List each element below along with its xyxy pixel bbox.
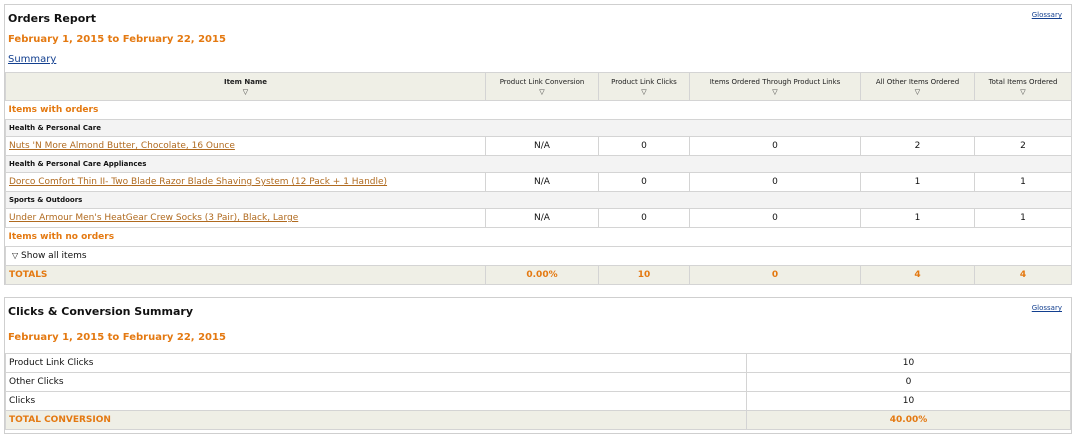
other-items-cell: 1 [860,208,975,228]
orders-table: Item Name ▽ Product Link Conversion ▽ Prod… [5,72,1072,285]
section-label: Items with no orders [5,227,1072,247]
date-range: February 1, 2015 to February 22, 2015 [8,332,226,343]
total-items-cell: 2 [974,136,1072,156]
total-conversion-row: TOTAL CONVERSION 40.00% [5,410,1071,430]
orders-report-panel: Orders Report Glossary February 1, 2015 … [4,4,1072,285]
show-all-label: Show all items [21,251,87,261]
ordered-links-cell: 0 [689,172,861,192]
metric-value: 10 [746,353,1071,373]
metric-value: 0 [746,372,1071,392]
category-row: Sports & Outdoors [5,191,1072,209]
sort-arrow-icon: ▽ [1020,88,1026,96]
section-items-no-orders: Items with no orders [5,227,1072,247]
table-header-row: Item Name ▽ Product Link Conversion ▽ Prod… [5,72,1072,101]
item-link[interactable]: Dorco Comfort Thin II- Two Blade Razor B… [9,177,387,187]
clicks-summary-table: Product Link Clicks 10 Other Clicks 0 Cl… [5,353,1071,430]
clicks-cell: 0 [598,208,690,228]
category-label: Health & Personal Care Appliances [5,155,1072,173]
date-range: February 1, 2015 to February 22, 2015 [8,34,226,45]
section-items-with-orders: Items with orders [5,100,1072,120]
clicks-conversion-panel: Clicks & Conversion Summary Glossary Feb… [4,297,1072,434]
metric-label: Clicks [5,391,747,411]
table-row: Clicks 10 [5,391,1071,411]
ordered-links-cell: 0 [689,208,861,228]
totals-total-items: 4 [974,265,1072,285]
show-all-cell: ▽ Show all items [5,246,1072,266]
table-row: Product Link Clicks 10 [5,353,1071,373]
sort-arrow-icon: ▽ [242,88,249,96]
item-name-cell: Dorco Comfort Thin II- Two Blade Razor B… [5,172,486,192]
clicks-cell: 0 [598,172,690,192]
sort-arrow-icon: ▽ [914,88,921,96]
column-header-total-items[interactable]: Total Items Ordered ▽ [974,72,1072,101]
item-link[interactable]: Under Armour Men's HeatGear Crew Socks (… [9,213,298,223]
totals-row: TOTALS 0.00% 10 0 4 4 [5,265,1072,285]
totals-label: TOTALS [5,265,486,285]
other-items-cell: 1 [860,172,975,192]
total-items-cell: 1 [974,208,1072,228]
total-items-cell: 1 [974,172,1072,192]
conversion-cell: N/A [485,208,599,228]
totals-ordered-links: 0 [689,265,861,285]
expand-triangle-icon: ▽ [12,251,19,260]
sort-arrow-icon: ▽ [772,88,778,96]
category-row: Health & Personal Care Appliances [5,155,1072,173]
table-row: Dorco Comfort Thin II- Two Blade Razor B… [5,172,1072,192]
glossary-link[interactable]: Glossary [1032,304,1062,312]
item-link[interactable]: Nuts 'N More Almond Butter, Chocolate, 1… [9,141,235,151]
summary-link[interactable]: Summary [8,54,56,65]
column-header-product-link-conversion[interactable]: Product Link Conversion ▽ [485,72,599,101]
sort-arrow-icon: ▽ [539,88,545,96]
total-conversion-value: 40.00% [746,410,1071,430]
ordered-links-cell: 0 [689,136,861,156]
category-label: Sports & Outdoors [5,191,1072,209]
category-row: Health & Personal Care [5,119,1072,137]
category-label: Health & Personal Care [5,119,1072,137]
show-all-row: ▽ Show all items [5,246,1072,266]
section-label: Items with orders [5,100,1072,120]
item-name-cell: Under Armour Men's HeatGear Crew Socks (… [5,208,486,228]
glossary-link[interactable]: Glossary [1032,11,1062,19]
column-header-product-link-clicks[interactable]: Product Link Clicks ▽ [598,72,690,101]
total-conversion-label: TOTAL CONVERSION [5,410,747,430]
table-row: Under Armour Men's HeatGear Crew Socks (… [5,208,1072,228]
column-header-item-name[interactable]: Item Name ▽ [5,72,486,101]
item-name-cell: Nuts 'N More Almond Butter, Chocolate, 1… [5,136,486,156]
column-header-items-ordered-through-links[interactable]: Items Ordered Through Product Links ▽ [689,72,861,101]
metric-label: Product Link Clicks [5,353,747,373]
totals-conversion: 0.00% [485,265,599,285]
column-header-all-other-items[interactable]: All Other Items Ordered ▽ [860,72,975,101]
conversion-cell: N/A [485,136,599,156]
totals-other-items: 4 [860,265,975,285]
clicks-cell: 0 [598,136,690,156]
conversion-cell: N/A [485,172,599,192]
clicks-summary-title: Clicks & Conversion Summary [8,305,193,318]
orders-report-title: Orders Report [8,12,96,25]
table-row: Nuts 'N More Almond Butter, Chocolate, 1… [5,136,1072,156]
other-items-cell: 2 [860,136,975,156]
show-all-toggle[interactable]: ▽ Show all items [9,251,87,261]
table-row: Other Clicks 0 [5,372,1071,392]
sort-arrow-icon: ▽ [641,88,647,96]
totals-clicks: 10 [598,265,690,285]
metric-value: 10 [746,391,1071,411]
metric-label: Other Clicks [5,372,747,392]
